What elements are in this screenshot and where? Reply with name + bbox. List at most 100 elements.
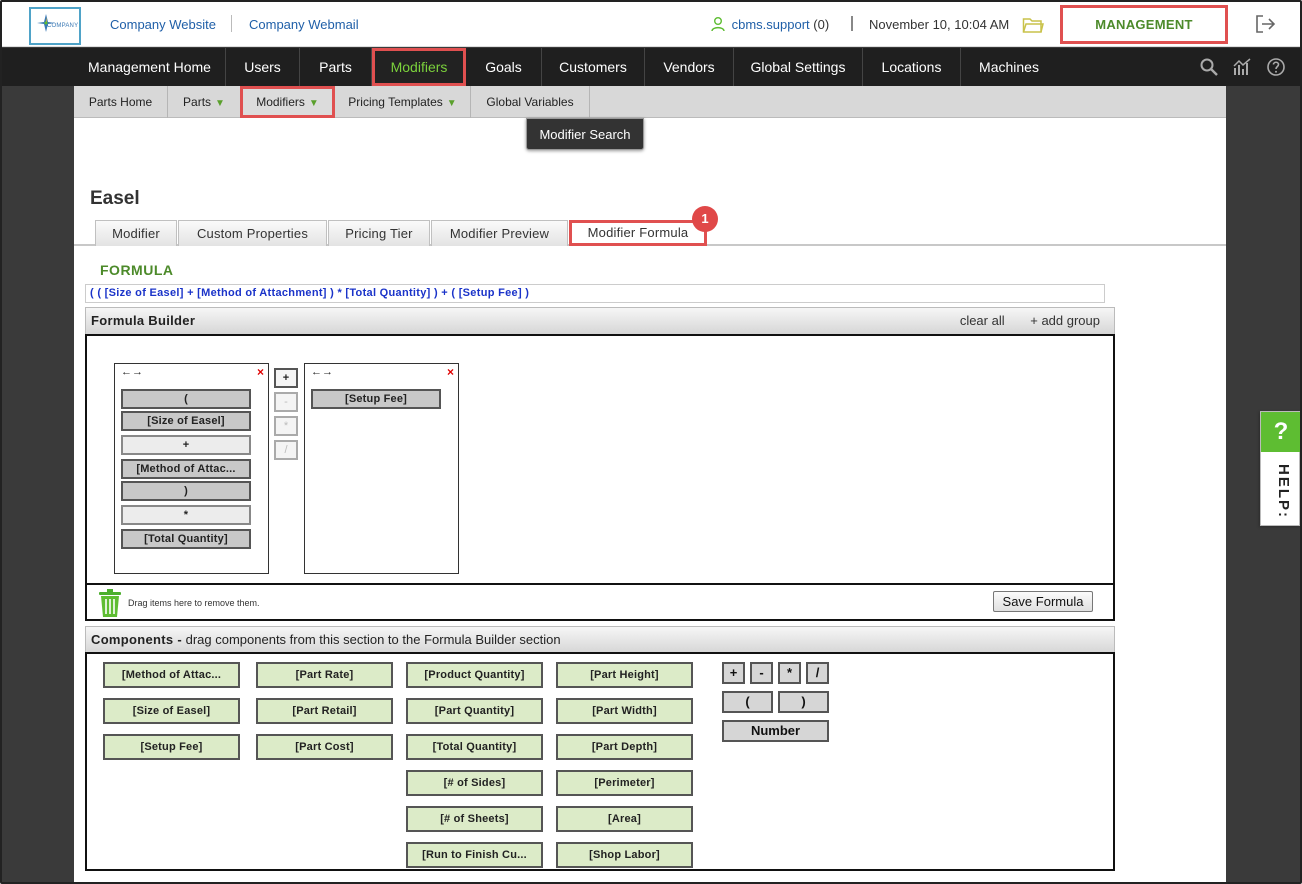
divide-component[interactable]: / [806,662,829,684]
nav-goals[interactable]: Goals [466,48,542,86]
nav-customers[interactable]: Customers [542,48,645,86]
formula-token[interactable]: ( [121,389,251,409]
logo-text: COMPANY [47,23,79,29]
close-icon[interactable]: × [257,365,264,379]
subnav-pricing-templates[interactable]: Pricing Templates ▼ [335,86,471,118]
sub-nav: Parts Home Parts ▼ Modifiers ▼ Pricing Tem… [74,86,1226,118]
save-formula-button[interactable]: Save Formula [993,591,1093,612]
clear-all-link[interactable]: clear all [960,313,1005,328]
tab-modifier-formula[interactable]: Modifier Formula [569,220,707,246]
user-icon [711,17,725,32]
help-circle-icon[interactable] [1266,57,1286,77]
multiply-operator-button[interactable]: * [274,416,298,436]
company-logo[interactable]: COMPANY [29,7,81,45]
help-label: HELP: [1275,464,1292,519]
component-item[interactable]: [Total Quantity] [406,734,543,760]
search-icon[interactable] [1199,57,1219,77]
divide-operator-button[interactable]: / [274,440,298,460]
formula-label: FORMULA [100,262,174,278]
component-item[interactable]: [Part Width] [556,698,693,724]
formula-token[interactable]: [Setup Fee] [311,389,441,409]
content-area: Parts Home Parts ▼ Modifiers ▼ Pricing Tem… [74,86,1226,882]
help-tab[interactable]: ? HELP: [1260,411,1300,526]
subnav-parts-home[interactable]: Parts Home [74,86,168,118]
analytics-icon[interactable] [1232,57,1252,77]
formula-token[interactable]: [Method of Attac... [121,459,251,479]
component-item[interactable]: [Perimeter] [556,770,693,796]
plus-component[interactable]: + [722,662,745,684]
open-paren-component[interactable]: ( [722,691,773,713]
component-item[interactable]: [Part Cost] [256,734,393,760]
folder-icon[interactable] [1022,16,1044,34]
component-item[interactable]: [Part Height] [556,662,693,688]
formula-group[interactable]: ←→ × [Setup Fee] [304,363,459,574]
component-item[interactable]: [Setup Fee] [103,734,240,760]
component-item[interactable]: [Size of Easel] [103,698,240,724]
components-header: Components - drag components from this s… [85,626,1115,654]
subnav-modifiers[interactable]: Modifiers ▼ [240,86,335,118]
formula-token[interactable]: * [121,505,251,525]
minus-operator-button[interactable]: - [274,392,298,412]
top-bar: COMPANY Company Website Company Webmail … [2,2,1300,47]
drag-arrows-icon[interactable]: ←→ [311,366,333,378]
component-item[interactable]: [Product Quantity] [406,662,543,688]
divider [851,16,853,31]
formula-builder-header: Formula Builder clear all + add group [85,307,1115,335]
component-item[interactable]: [Part Depth] [556,734,693,760]
tab-custom-properties[interactable]: Custom Properties [178,220,327,246]
component-item[interactable]: [Part Quantity] [406,698,543,724]
component-item[interactable]: [# of Sheets] [406,806,543,832]
nav-users[interactable]: Users [226,48,300,86]
formula-token[interactable]: ) [121,481,251,501]
add-group-link[interactable]: + add group [1030,313,1100,328]
formula-group[interactable]: ←→ × ( [Size of Easel] + [Method of Atta… [114,363,269,574]
number-component[interactable]: Number [722,720,829,742]
component-item[interactable]: [Part Retail] [256,698,393,724]
step-badge: 1 [692,206,718,232]
component-item[interactable]: [Shop Labor] [556,842,693,868]
modifier-search-menu-item[interactable]: Modifier Search [526,118,644,150]
drag-arrows-icon[interactable]: ←→ [121,366,143,378]
subnav-parts[interactable]: Parts ▼ [168,86,241,118]
tab-modifier-preview[interactable]: Modifier Preview [431,220,568,246]
nav-locations[interactable]: Locations [863,48,961,86]
divider [231,15,232,32]
company-webmail-link[interactable]: Company Webmail [249,17,359,32]
plus-operator-button[interactable]: + [274,368,298,388]
component-item[interactable]: [Part Rate] [256,662,393,688]
nav-management-home[interactable]: Management Home [74,48,226,86]
user-count: (0) [813,17,830,32]
company-website-link[interactable]: Company Website [110,17,216,32]
date-time: November 10, 10:04 AM [869,17,1010,32]
tab-pricing-tier[interactable]: Pricing Tier [328,220,430,246]
formula-token[interactable]: + [121,435,251,455]
components-panel: [Method of Attac... [Size of Easel] [Set… [85,652,1115,871]
component-item[interactable]: [# of Sides] [406,770,543,796]
multiply-component[interactable]: * [778,662,801,684]
user-name: cbms.support [731,17,810,32]
chevron-down-icon: ▼ [215,98,225,109]
user-account[interactable]: cbms.support (0) [710,16,829,32]
question-icon: ? [1261,412,1300,452]
formula-token[interactable]: [Size of Easel] [121,411,251,431]
formula-builder-title: Formula Builder [91,313,196,328]
subnav-global-variables[interactable]: Global Variables [471,86,590,118]
nav-vendors[interactable]: Vendors [645,48,734,86]
subnav-modifiers-label: Modifiers [256,95,305,109]
trash-dropzone[interactable]: Drag items here to remove them. Save For… [85,584,1115,621]
close-paren-component[interactable]: ) [778,691,829,713]
tab-modifier[interactable]: Modifier [95,220,177,246]
component-item[interactable]: [Area] [556,806,693,832]
formula-token[interactable]: [Total Quantity] [121,529,251,549]
close-icon[interactable]: × [447,365,454,379]
component-item[interactable]: [Run to Finish Cu... [406,842,543,868]
nav-machines[interactable]: Machines [961,48,1057,86]
nav-global-settings[interactable]: Global Settings [734,48,863,86]
minus-component[interactable]: - [750,662,773,684]
nav-parts[interactable]: Parts [300,48,372,86]
management-button[interactable]: MANAGEMENT [1060,5,1228,44]
logout-icon[interactable] [1255,14,1277,34]
component-item[interactable]: [Method of Attac... [103,662,240,688]
nav-modifiers[interactable]: Modifiers [372,48,466,86]
app-window: COMPANY Company Website Company Webmail … [0,0,1302,884]
